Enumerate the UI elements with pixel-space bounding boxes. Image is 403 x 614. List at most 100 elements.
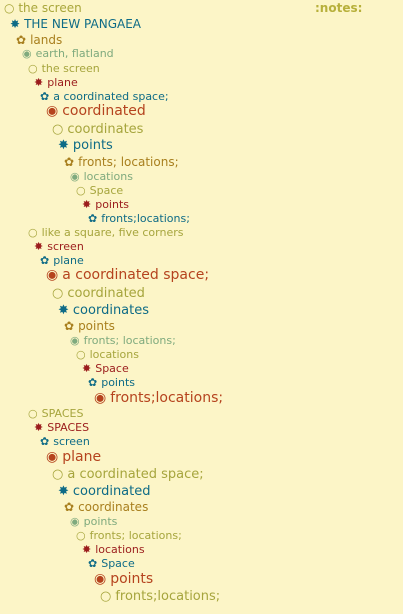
outline-node-text: plane <box>62 449 102 465</box>
bullseye-icon[interactable]: ◉ <box>94 391 106 405</box>
circle-icon[interactable]: ○ <box>52 123 63 136</box>
bullseye-icon[interactable]: ◉ <box>46 104 58 118</box>
outline-node[interactable]: ○ coordinates <box>52 123 143 136</box>
star-icon[interactable]: ✸ <box>58 139 69 152</box>
circle-icon[interactable]: ○ <box>76 349 86 360</box>
outline-node[interactable]: ✸ points <box>82 199 129 210</box>
outline-node[interactable]: ○ a coordinated space; <box>52 468 204 481</box>
outline-node[interactable]: ✸ points <box>58 139 113 152</box>
bullseye-icon[interactable]: ◉ <box>70 335 80 346</box>
outline-node-text: plane <box>47 76 78 89</box>
star-icon[interactable]: ✸ <box>58 485 69 498</box>
outline-node[interactable]: ○ locations <box>76 349 139 360</box>
outline-node[interactable]: ✸ THE NEW PANGAEA <box>10 18 141 30</box>
outline-node-text: coordinates <box>72 303 150 318</box>
bullseye-icon[interactable]: ◉ <box>46 268 58 282</box>
star-icon[interactable]: ✸ <box>34 77 43 88</box>
outline-node-text: a coordinated space; <box>62 267 210 283</box>
flower-icon[interactable]: ✿ <box>16 34 26 46</box>
outline-node-text: fronts;locations; <box>110 390 224 406</box>
flower-icon[interactable]: ✿ <box>40 91 49 102</box>
circle-icon[interactable]: ○ <box>76 530 86 541</box>
outline-node[interactable]: ✿ points <box>88 377 135 388</box>
bullseye-icon[interactable]: ◉ <box>46 450 58 464</box>
circle-icon[interactable]: ○ <box>28 227 38 238</box>
outline-node-text: points <box>110 571 154 587</box>
bullseye-icon[interactable]: ◉ <box>22 48 32 59</box>
outline-node-text: a coordinated space; <box>53 90 169 103</box>
outline-node[interactable]: ○ SPACES <box>28 408 83 419</box>
outline-node-text: locations <box>89 348 139 361</box>
circle-icon[interactable]: ○ <box>52 468 63 481</box>
star-icon[interactable]: ✸ <box>34 422 43 433</box>
circle-icon[interactable]: ○ <box>28 63 38 74</box>
outline-node[interactable]: ◉ plane <box>46 450 101 464</box>
flower-icon[interactable]: ✿ <box>64 156 74 168</box>
outline-node-text: fronts;locations; <box>115 589 221 604</box>
outline-node-text: locations <box>83 170 133 183</box>
outline-node-text: points <box>78 319 115 333</box>
outline-node-text: points <box>95 198 130 211</box>
outline-node-text: like a square, five corners <box>41 226 184 239</box>
outline-node[interactable]: ○ like a square, five corners <box>28 227 183 238</box>
outline-node[interactable]: ✿ screen <box>40 436 90 447</box>
outline-node[interactable]: ✿ coordinates <box>64 501 148 513</box>
outline-node-text: THE NEW PANGAEA <box>24 17 142 31</box>
circle-icon[interactable]: ○ <box>28 408 38 419</box>
flower-icon[interactable]: ✿ <box>88 213 97 224</box>
outline-node[interactable]: ✿ points <box>64 320 115 332</box>
outline-node-text: points <box>83 515 118 528</box>
flower-icon[interactable]: ✿ <box>40 255 49 266</box>
outline-node-text: Space <box>89 184 124 197</box>
circle-icon[interactable]: ○ <box>76 185 86 196</box>
outline-node-text: the screen <box>41 62 100 75</box>
star-icon[interactable]: ✸ <box>10 18 20 30</box>
outline-node[interactable]: ○ Space <box>76 185 123 196</box>
outline-node[interactable]: ◉ points <box>94 572 153 586</box>
flower-icon[interactable]: ✿ <box>88 558 97 569</box>
outline-node[interactable]: ✿ plane <box>40 255 84 266</box>
outline-node[interactable]: ◉ fronts;locations; <box>94 391 223 405</box>
outline-node[interactable]: ◉ coordinated <box>46 104 146 118</box>
outline-node[interactable]: ✿ a coordinated space; <box>40 91 169 102</box>
bullseye-icon[interactable]: ◉ <box>70 516 80 527</box>
outline-node-text: a coordinated space; <box>67 467 204 482</box>
outline-node[interactable]: ○ coordinated <box>52 287 145 300</box>
outline-node-text: points <box>72 138 113 153</box>
star-icon[interactable]: ✸ <box>34 241 43 252</box>
bullseye-icon[interactable]: ◉ <box>94 572 106 586</box>
outline-node[interactable]: ◉ fronts; locations; <box>70 335 176 346</box>
star-icon[interactable]: ✸ <box>82 363 91 374</box>
outline-node[interactable]: ✸ SPACES <box>34 422 89 433</box>
outline-node[interactable]: ✸ coordinated <box>58 485 151 498</box>
star-icon[interactable]: ✸ <box>82 199 91 210</box>
outline-node-text: Space <box>95 362 129 375</box>
outline-node[interactable]: ✸ coordinates <box>58 304 149 317</box>
outline-node[interactable]: ◉ locations <box>70 171 133 182</box>
outline-node-text: screen <box>47 240 84 253</box>
flower-icon[interactable]: ✿ <box>64 501 74 513</box>
outline-node[interactable]: ✿ Space <box>88 558 135 569</box>
outline-node[interactable]: ✿ fronts;locations; <box>88 213 190 224</box>
flower-icon[interactable]: ✿ <box>40 436 49 447</box>
outline-node[interactable]: ✿ fronts; locations; <box>64 156 179 168</box>
outline-node[interactable]: ◉ a coordinated space; <box>46 268 209 282</box>
outline-node-text: coordinates <box>67 122 144 137</box>
outline-node[interactable]: ○ fronts;locations; <box>100 590 220 603</box>
outline-node[interactable]: ✸ plane <box>34 77 78 88</box>
outline-node[interactable]: ✸ screen <box>34 241 84 252</box>
outline-node[interactable]: ✸ locations <box>82 544 145 555</box>
flower-icon[interactable]: ✿ <box>64 320 74 332</box>
bullseye-icon[interactable]: ◉ <box>70 171 80 182</box>
circle-icon[interactable]: ○ <box>100 590 111 603</box>
circle-icon[interactable]: ○ <box>52 287 63 300</box>
outline-node[interactable]: ✿ lands <box>16 34 62 46</box>
outline-node[interactable]: ◉ points <box>70 516 117 527</box>
star-icon[interactable]: ✸ <box>82 544 91 555</box>
outline-node[interactable]: ○ fronts; locations; <box>76 530 182 541</box>
outline-node[interactable]: ✸ Space <box>82 363 129 374</box>
outline-node[interactable]: ◉ earth, flatland <box>22 48 114 59</box>
flower-icon[interactable]: ✿ <box>88 377 97 388</box>
outline-node[interactable]: ○ the screen <box>28 63 100 74</box>
star-icon[interactable]: ✸ <box>58 304 69 317</box>
